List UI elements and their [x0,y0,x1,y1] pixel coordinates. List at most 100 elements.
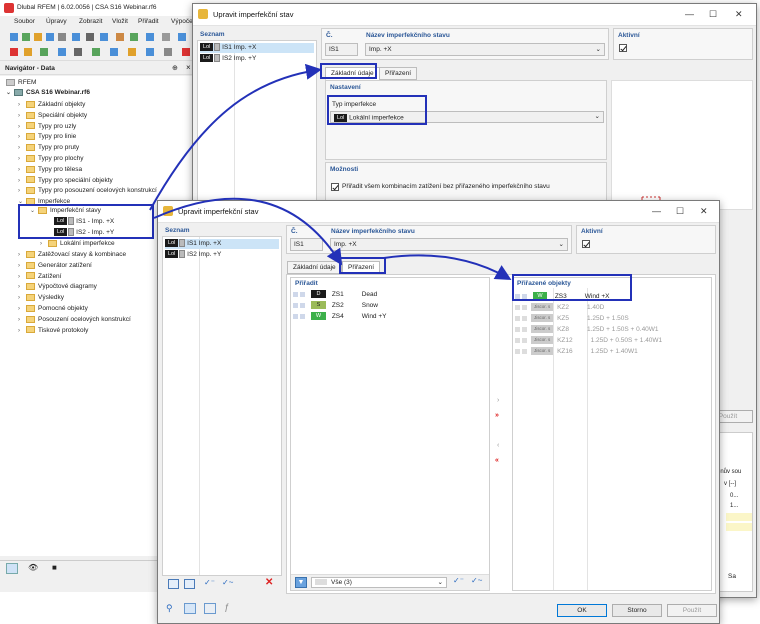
assigned-first-row[interactable]: W ZS3 Wind +X [515,292,709,302]
expand-icon[interactable]: › [18,272,24,282]
assigned-row[interactable]: Jiscor. s KZ16 1.25D + 1.40W1 [515,347,709,357]
tree-item[interactable]: › Speciální objekty [18,111,87,121]
table-icon[interactable] [204,603,216,614]
number-field[interactable]: IS1 [325,43,358,56]
expand-icon[interactable]: › [18,122,24,132]
collapse-icon[interactable]: ⌄ [30,206,36,216]
ok-button[interactable]: OK [557,604,607,617]
tree-item[interactable]: › Zatěžovací stavy & kombinace [18,250,126,260]
expand-icon[interactable]: › [18,176,24,186]
search-icon[interactable]: ⚲ [166,603,173,614]
name-field[interactable]: Imp. +X ⌄ [330,238,568,251]
filter-icon[interactable]: ▼ [295,577,307,588]
video-tab-icon[interactable]: ■ [52,563,57,572]
menu-soubor[interactable]: Soubor [14,18,35,25]
list-item[interactable]: Lol IS1 Imp. +X [165,239,279,249]
list-box[interactable]: Lol IS1 Imp. +X Lol IS2 Imp. +Y [162,236,282,576]
tree-imperf-group[interactable]: ⌄ Imperfekční stavy [30,206,101,216]
expand-icon[interactable]: › [18,186,24,196]
active-checkbox[interactable] [582,240,590,248]
expand-icon[interactable]: › [18,111,24,121]
tree-imperf-case-2[interactable]: Lol IS2 - Imp. +Y [54,228,114,238]
menu-vypocet[interactable]: Výpočet [171,18,195,25]
tree-item[interactable]: › Zatížení [18,272,61,282]
move-right-icon[interactable]: › [497,397,499,404]
maximize-icon[interactable]: ☐ [709,9,717,20]
tree-item[interactable]: › Typy pro posouzení ocelových konstrukcí [18,186,157,196]
list-item[interactable]: Lol IS2 Imp. +Y [165,250,279,260]
copy-icon[interactable] [184,579,195,589]
name-field[interactable]: Imp. +X ⌄ [365,43,605,56]
active-checkbox[interactable] [619,44,627,52]
expand-icon[interactable]: › [18,304,24,314]
assigned-row[interactable]: Jiscor. s KZ2 1.40D [515,303,709,313]
toolbar-icons[interactable] [0,29,200,61]
tree-model[interactable]: ⌄ CSA S16 Webinar.rf6 [6,88,90,98]
filter-select[interactable]: Vše (3) ⌄ [311,577,447,588]
check-all-icon[interactable]: ✓⁻ [204,578,215,587]
assigned-row[interactable]: Jiscor. s KZ8 1.25D + 1.50S + 0.40W1 [515,325,709,335]
assign-row[interactable]: S ZS2 Snow [293,301,487,311]
tree-item[interactable]: › Typy pro uzly [18,122,76,132]
check-all-icon[interactable]: ✓⁻ [453,576,464,585]
expand-icon[interactable]: › [18,132,24,142]
apply-button[interactable]: Použít [667,604,717,617]
tree-local-imperf[interactable]: › Lokální imperfekce [40,239,115,249]
tree-item[interactable]: › Tiskové protokoly [18,326,88,336]
assign-row[interactable]: W ZS4 Wind +Y [293,312,487,322]
tree-item[interactable]: › Typy pro tělesa [18,165,82,175]
expand-icon[interactable]: › [18,261,24,271]
units-icon[interactable] [184,603,196,614]
list-item[interactable]: Lol IS1 Imp. +X [200,43,314,53]
assigned-row[interactable]: Jiscor. s KZ5 1.25D + 1.50S [515,314,709,324]
formula-icon[interactable]: ƒ [224,602,229,612]
cancel-button[interactable]: Storno [612,604,662,617]
view-tab-icon[interactable]: 👁 [28,563,38,572]
maximize-icon[interactable]: ☐ [676,206,684,217]
tree-item[interactable]: › Základní objekty [18,100,85,110]
chevron-down-icon[interactable]: ⌄ [596,45,601,53]
menu-upravy[interactable]: Úpravy [46,18,67,25]
expand-icon[interactable]: › [18,250,24,260]
expand-icon[interactable]: › [18,293,24,303]
minimize-icon[interactable]: — [652,206,661,216]
uncheck-icon[interactable]: ✓~ [471,576,482,585]
expand-icon[interactable]: › [18,282,24,292]
expand-icon[interactable]: › [18,143,24,153]
chevron-down-icon[interactable]: ⌄ [595,112,600,120]
assign-row[interactable]: D ZS1 Dead [293,290,487,300]
tree-imperf-case-1[interactable]: Lol IS1 - Imp. +X [54,217,114,227]
list-item[interactable]: Lol IS2 Imp. +Y [200,54,314,64]
tree-item[interactable]: › Výsledky [18,293,64,303]
assign-all-checkbox[interactable] [331,183,339,191]
menu-priradit[interactable]: Přiřadit [138,18,159,25]
uncheck-icon[interactable]: ✓~ [222,578,233,587]
type-select[interactable]: Lol Lokální imperfekce ⌄ [330,111,604,123]
move-all-left-icon[interactable]: « [495,457,499,464]
expand-icon[interactable]: › [18,326,24,336]
menu-zobrazit[interactable]: Zobrazit [79,18,102,25]
tree-item[interactable]: › Typy pro linie [18,132,76,142]
number-field[interactable]: IS1 [290,238,323,251]
tree-item[interactable]: › Typy pro plochy [18,154,84,164]
delete-icon[interactable]: ✕ [265,577,273,588]
expand-icon[interactable]: › [18,315,24,325]
chevron-down-icon[interactable]: ⌄ [438,578,443,586]
collapse-icon[interactable]: ⌄ [6,88,12,98]
expand-icon[interactable]: › [18,154,24,164]
tree-item[interactable]: › Pomocné objekty [18,304,88,314]
close-icon[interactable]: × [186,63,191,72]
new-icon[interactable] [168,579,179,589]
menu-vlozit[interactable]: Vložit [112,18,128,25]
close-icon[interactable]: ✕ [735,9,743,20]
tab-prirazeni[interactable]: Přiřazení [342,261,381,274]
tree-item[interactable]: › Výpočtové diagramy [18,282,97,292]
close-icon[interactable]: ✕ [700,206,708,217]
assigned-row[interactable]: Jiscor. s KZ12 1.25D + 0.50S + 1.40W1 [515,336,709,346]
minimize-icon[interactable]: — [685,9,694,19]
tree-item[interactable]: › Posouzení ocelových konstrukcí [18,315,131,325]
tab-prirazeni[interactable]: Přiřazení [379,67,418,80]
expand-icon[interactable]: › [18,165,24,175]
tree-root[interactable]: RFEM [6,78,36,88]
tree-item[interactable]: › Typy pro speciální objekty [18,176,113,186]
